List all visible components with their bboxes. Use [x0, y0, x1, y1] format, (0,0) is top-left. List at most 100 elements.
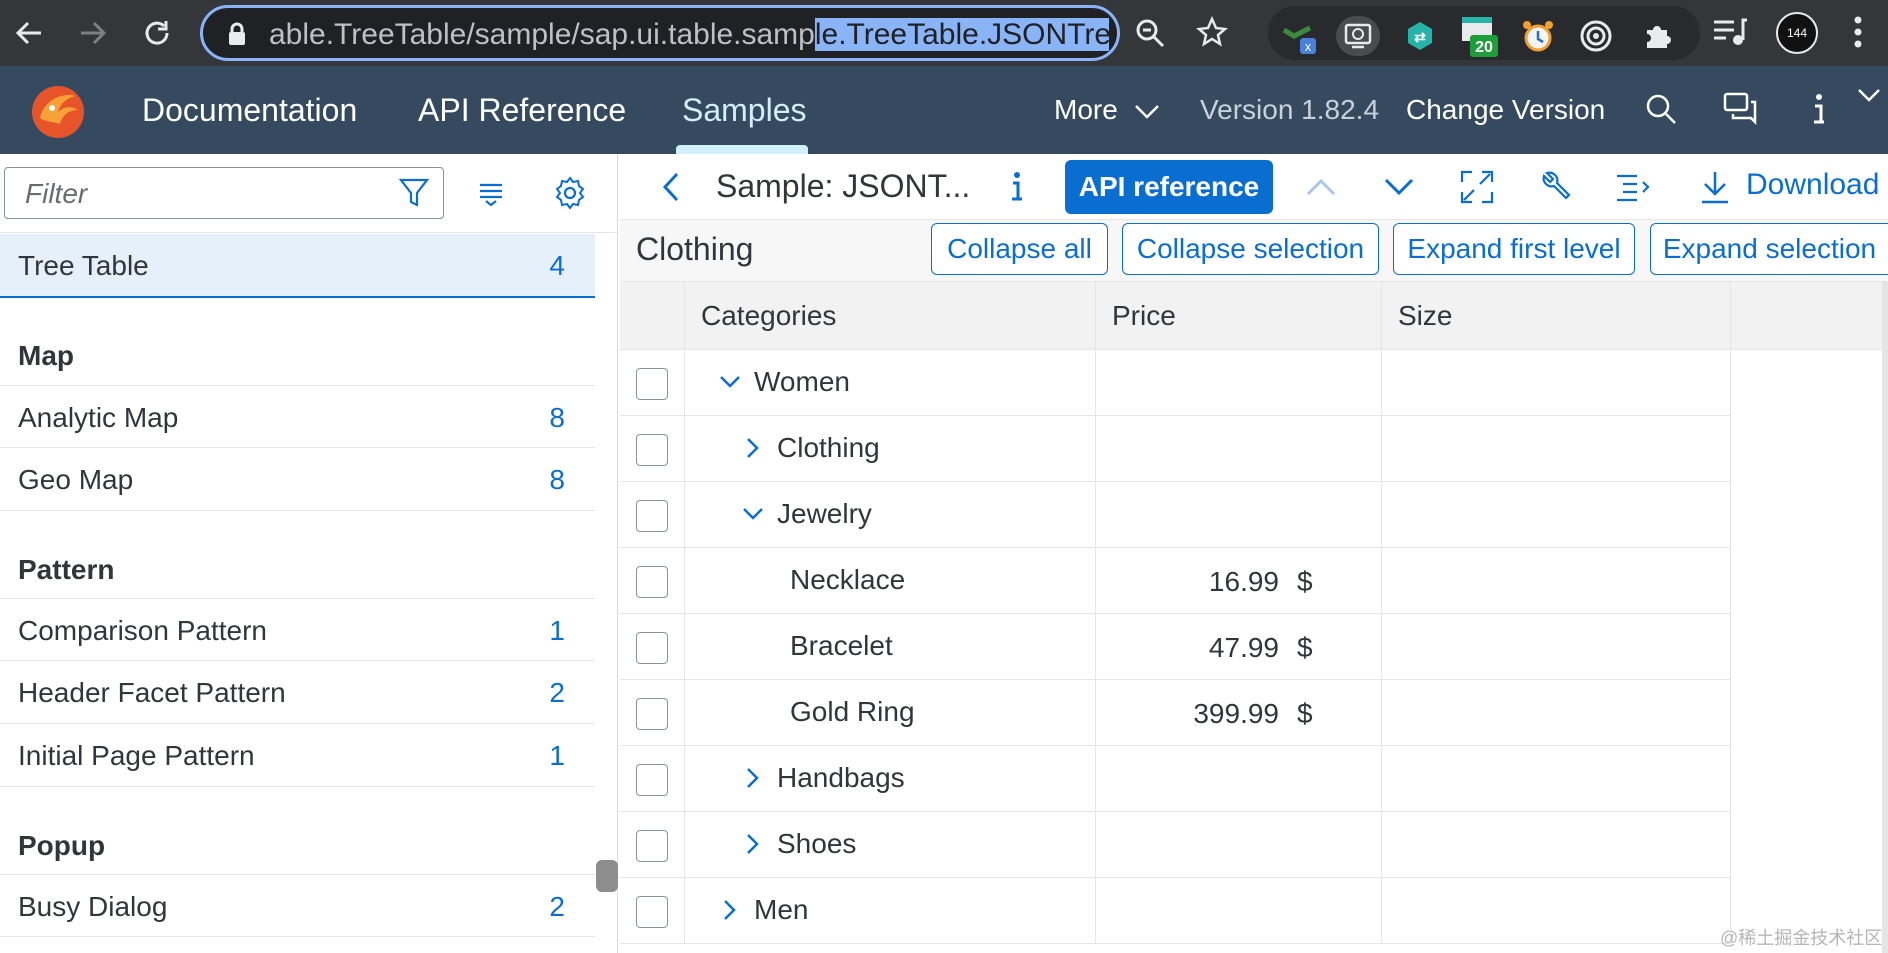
row-checkbox[interactable]	[636, 764, 668, 796]
api-reference-button[interactable]: API reference	[1065, 160, 1273, 214]
more-menu[interactable]: More	[1054, 94, 1160, 126]
sample-info-icon[interactable]	[992, 162, 1042, 212]
bookmark-star-icon[interactable]	[1196, 16, 1228, 48]
row-selector[interactable]	[620, 350, 685, 416]
extension-world-icon[interactable]	[1336, 16, 1380, 56]
extensions-bar: x ⇄ 20	[1268, 6, 1700, 60]
list-item-tree-table[interactable]: Tree Table 4	[0, 234, 595, 298]
row-selector[interactable]	[620, 548, 685, 614]
list-item-comparison-pattern[interactable]: Comparison Pattern 1	[0, 598, 595, 661]
list-item-header-facet-pattern[interactable]: Header Facet Pattern 2	[0, 661, 595, 724]
select-all-header[interactable]	[620, 282, 685, 350]
list-item-geo-map[interactable]: Geo Map 8	[0, 448, 595, 511]
openui5-logo-icon[interactable]	[26, 78, 90, 142]
collapse-selection-button[interactable]: Collapse selection	[1122, 223, 1379, 275]
previous-sample-up-icon[interactable]	[1296, 162, 1346, 212]
zoom-icon[interactable]	[1135, 18, 1165, 48]
row-selector[interactable]	[620, 878, 685, 944]
row-checkbox[interactable]	[636, 368, 668, 400]
row-checkbox[interactable]	[636, 500, 668, 532]
group-header-popup: Popup	[18, 830, 106, 861]
tree-table-title: Clothing	[636, 231, 754, 267]
nav-samples[interactable]: Samples	[682, 92, 807, 129]
expand-first-level-button[interactable]: Expand first level	[1393, 223, 1635, 275]
extension-tab-counter-icon[interactable]: 20	[1458, 16, 1498, 57]
extension-alarm-icon[interactable]	[1518, 16, 1558, 56]
extension-target-icon[interactable]	[1576, 16, 1616, 56]
filter-input[interactable]: Filter	[4, 167, 444, 219]
table-row[interactable]: Necklace 16.99 $	[620, 548, 1888, 614]
row-checkbox[interactable]	[636, 566, 668, 598]
column-header-price[interactable]: Price	[1096, 282, 1382, 350]
collapsed-chevron-icon[interactable]	[738, 829, 768, 859]
row-selector[interactable]	[620, 614, 685, 680]
row-checkbox[interactable]	[636, 698, 668, 730]
collapse-all-button[interactable]: Collapse all	[931, 223, 1108, 275]
settings-gear-icon[interactable]	[545, 168, 595, 218]
table-row[interactable]: Jewelry	[620, 482, 1888, 548]
collapsed-chevron-icon[interactable]	[738, 763, 768, 793]
filler-cell	[1731, 812, 1888, 878]
overflow-chevron-icon[interactable]	[1846, 72, 1888, 118]
download-icon[interactable]	[1690, 162, 1740, 212]
info-icon[interactable]	[1796, 86, 1842, 132]
expanded-chevron-icon[interactable]	[738, 499, 768, 529]
extensions-puzzle-icon[interactable]	[1638, 16, 1678, 56]
table-row[interactable]: Gold Ring 399.99 $	[620, 680, 1888, 746]
table-row[interactable]: Clothing	[620, 416, 1888, 482]
table-vertical-scrollbar[interactable]	[1882, 282, 1888, 953]
forward-button[interactable]	[68, 8, 118, 58]
extension-green-icon[interactable]: x	[1278, 16, 1318, 56]
table-row[interactable]: Bracelet 47.99 $	[620, 614, 1888, 680]
price-cell	[1096, 350, 1382, 416]
list-item-initial-page-pattern[interactable]: Initial Page Pattern 1	[0, 724, 595, 787]
price-value: 47.99	[1208, 632, 1279, 663]
row-checkbox[interactable]	[636, 830, 668, 862]
profile-avatar[interactable]: 144	[1776, 12, 1818, 54]
table-row[interactable]: Shoes	[620, 812, 1888, 878]
collapse-tree-icon[interactable]	[1608, 162, 1658, 212]
extension-translate-icon[interactable]: ⇄	[1400, 16, 1440, 56]
group-header-map: Map	[18, 340, 74, 371]
list-item-analytic-map[interactable]: Analytic Map 8	[0, 385, 595, 448]
collapsed-chevron-icon[interactable]	[715, 895, 745, 925]
row-selector[interactable]	[620, 680, 685, 746]
filter-funnel-icon[interactable]	[399, 177, 429, 209]
reload-button[interactable]	[132, 8, 182, 58]
expand-selection-button[interactable]: Expand selection	[1650, 223, 1888, 275]
price-cell: 16.99 $	[1096, 548, 1382, 614]
nav-api-reference[interactable]: API Reference	[418, 92, 626, 129]
column-header-size[interactable]: Size	[1382, 282, 1731, 350]
price-cell	[1096, 812, 1382, 878]
row-selector[interactable]	[620, 416, 685, 482]
row-checkbox[interactable]	[636, 632, 668, 664]
group-list-icon[interactable]	[466, 168, 516, 218]
browser-menu-icon[interactable]	[1848, 14, 1868, 50]
row-selector[interactable]	[620, 812, 685, 878]
table-row[interactable]: Women	[620, 350, 1888, 416]
column-header-categories[interactable]: Categories	[685, 282, 1096, 350]
fullscreen-icon[interactable]	[1452, 162, 1502, 212]
table-row[interactable]: Handbags	[620, 746, 1888, 812]
table-row[interactable]: Men	[620, 878, 1888, 944]
collapsed-chevron-icon[interactable]	[738, 433, 768, 463]
search-icon[interactable]	[1638, 86, 1684, 132]
back-button[interactable]	[4, 8, 54, 58]
change-version-link[interactable]: Change Version	[1406, 94, 1605, 126]
row-checkbox[interactable]	[636, 896, 668, 928]
feedback-icon[interactable]	[1718, 86, 1764, 132]
nav-documentation[interactable]: Documentation	[142, 92, 357, 129]
media-control-icon[interactable]	[1712, 16, 1748, 48]
expanded-chevron-icon[interactable]	[715, 367, 745, 397]
row-selector[interactable]	[620, 746, 685, 812]
list-item-count: 4	[549, 250, 565, 281]
address-bar[interactable]: able.TreeTable/sample/sap.ui.table.sampl…	[200, 5, 1165, 61]
list-item-busy-dialog[interactable]: Busy Dialog 2	[0, 874, 595, 937]
sidebar-scrollbar-thumb[interactable]	[596, 860, 618, 892]
code-wrench-icon[interactable]	[1530, 162, 1580, 212]
next-sample-down-icon[interactable]	[1374, 162, 1424, 212]
download-label[interactable]: Download	[1746, 168, 1879, 202]
row-selector[interactable]	[620, 482, 685, 548]
nav-back-chevron-icon[interactable]	[646, 162, 696, 212]
row-checkbox[interactable]	[636, 434, 668, 466]
